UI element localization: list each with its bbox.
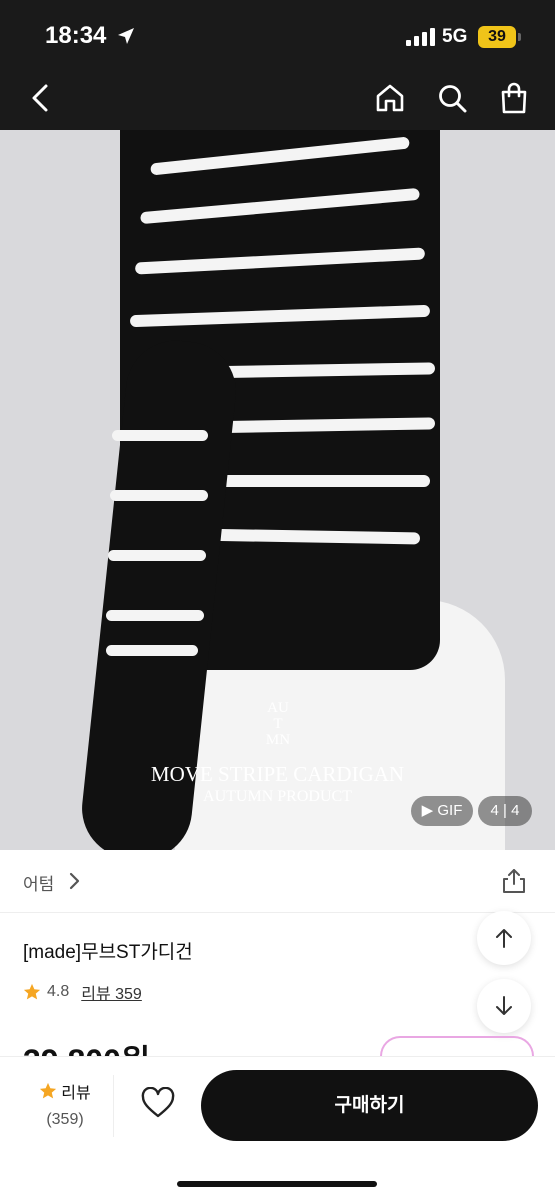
scroll-down-button[interactable] (477, 979, 531, 1033)
logo-line: T (273, 716, 283, 732)
home-indicator (177, 1181, 377, 1187)
bottom-action-bar: 리뷰 (359) 구매하기 (0, 1056, 555, 1201)
coupon-pill[interactable] (380, 1036, 534, 1058)
location-arrow-icon (118, 28, 134, 44)
image-page-indicator: 4 | 4 (478, 796, 532, 826)
gif-play-button[interactable]: ▶ GIF (411, 796, 473, 826)
hero-logo: AU T MN (258, 700, 298, 748)
review-summary-button[interactable]: 리뷰 (359) (30, 1079, 100, 1129)
store-name[interactable]: 어텀 (23, 870, 54, 895)
shopping-bag-button[interactable] (496, 80, 532, 116)
review-count: (359) (46, 1111, 84, 1128)
divider (113, 1075, 114, 1137)
sleeve-stripe (110, 490, 208, 501)
store-row[interactable]: 어텀 (0, 850, 555, 913)
buy-button[interactable]: 구매하기 (201, 1070, 538, 1141)
arrow-down-icon (496, 996, 512, 1015)
logo-line: AU (267, 700, 289, 716)
star-icon (40, 1082, 57, 1099)
search-button[interactable] (434, 80, 470, 116)
sleeve-stripe (106, 645, 198, 656)
gif-label: GIF (437, 802, 463, 819)
review-label: 리뷰 (61, 1085, 91, 1102)
play-icon: ▶ (421, 802, 434, 819)
logo-line: MN (265, 732, 291, 748)
cellular-signal-icon (406, 28, 435, 46)
share-icon[interactable] (500, 867, 528, 895)
home-button[interactable] (372, 80, 408, 116)
shopping-bag-icon (501, 82, 527, 114)
home-icon (376, 84, 404, 112)
sleeve-stripe (112, 430, 208, 441)
sleeve-stripe (108, 550, 206, 561)
battery-indicator: 39 (478, 26, 521, 48)
status-bar: 18:34 5G 39 (0, 0, 555, 68)
sleeve-stripe (106, 610, 204, 621)
chevron-right-icon (69, 872, 80, 890)
top-navigation-bar (0, 68, 555, 130)
product-rating: 4.8 리뷰 359 (23, 980, 142, 1004)
status-time: 18:34 (45, 22, 107, 49)
star-icon (23, 983, 41, 1000)
chevron-left-icon (32, 84, 48, 112)
product-price: 39,800원 (23, 1036, 150, 1056)
review-summary-label-row: 리뷰 (30, 1079, 100, 1103)
reviews-link[interactable]: 리뷰 359 (81, 980, 142, 1004)
hero-subcaption: AUTUMN PRODUCT (203, 788, 352, 805)
arrow-up-icon (496, 929, 512, 948)
product-title: [made]무브ST가디건 (23, 942, 193, 963)
network-type: 5G (442, 26, 468, 47)
rating-score: 4.8 (47, 983, 70, 1000)
scroll-up-button[interactable] (477, 911, 531, 965)
hero-caption: MOVE STRIPE CARDIGAN (150, 762, 405, 786)
search-icon (439, 85, 467, 113)
heart-icon[interactable] (140, 1087, 176, 1119)
back-button[interactable] (22, 80, 58, 116)
